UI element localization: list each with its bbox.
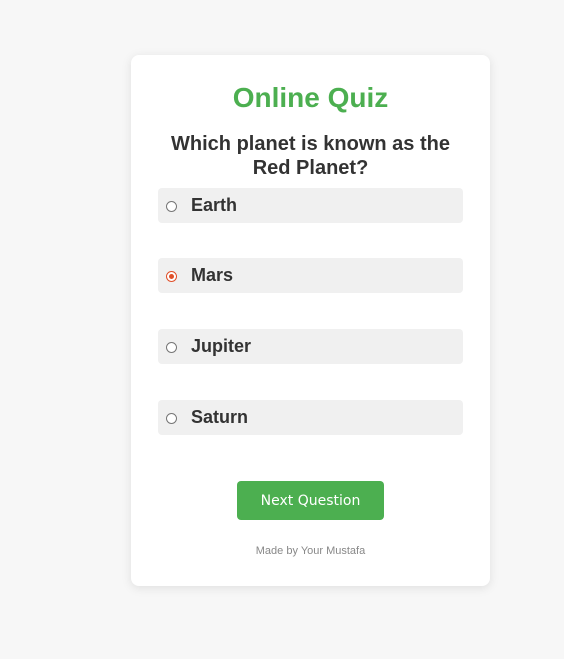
option-saturn[interactable]: Saturn bbox=[158, 400, 463, 435]
option-label: Mars bbox=[191, 265, 234, 285]
question-text: Which planet is known as the Red Planet? bbox=[171, 133, 450, 179]
option-mars[interactable]: Mars bbox=[158, 258, 463, 293]
radio-earth[interactable] bbox=[166, 201, 177, 212]
next-question-button[interactable]: Next Question bbox=[237, 481, 384, 520]
radio-mars[interactable] bbox=[166, 271, 177, 282]
page-title: Online Quiz bbox=[232, 82, 389, 113]
option-label: Jupiter bbox=[191, 336, 252, 356]
option-jupiter[interactable]: Jupiter bbox=[158, 329, 463, 364]
option-earth[interactable]: Earth bbox=[158, 188, 463, 223]
footer-credit: Made by Your Mustafa bbox=[255, 545, 366, 557]
option-label: Saturn bbox=[191, 407, 249, 427]
radio-jupiter[interactable] bbox=[166, 342, 177, 353]
radio-saturn[interactable] bbox=[166, 413, 177, 424]
option-label: Earth bbox=[191, 195, 238, 215]
quiz-card: Online Quiz Which planet is known as the… bbox=[131, 55, 490, 586]
